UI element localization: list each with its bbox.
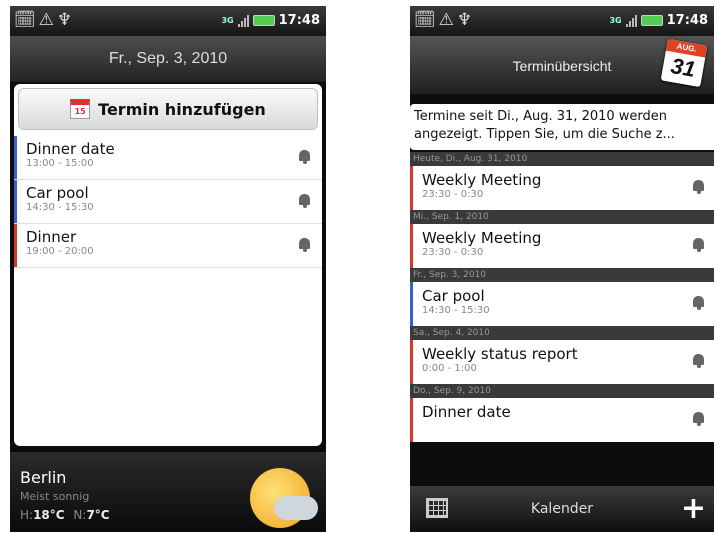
date-header: Sa., Sep. 4, 2010 bbox=[410, 326, 714, 340]
weather-temperatures: H:18°C N:7°C bbox=[20, 508, 110, 522]
agenda-event-item[interactable]: Dinner date bbox=[410, 398, 714, 442]
date-header: Fr., Sep. 3, 2010 bbox=[410, 268, 714, 282]
event-title: Dinner date bbox=[422, 403, 511, 421]
calendar-date-icon: AUG. 31 bbox=[660, 38, 708, 88]
reminder-bell-icon bbox=[693, 238, 704, 252]
battery-icon bbox=[640, 15, 663, 26]
agenda-title-bar: Terminübersicht AUG. 31 bbox=[410, 36, 714, 94]
calendar-color-bar bbox=[14, 136, 17, 179]
event-title: Weekly Meeting bbox=[422, 171, 542, 189]
reminder-bell-icon bbox=[693, 296, 704, 310]
day-event-card: 15 Termin hinzufügen Dinner date 13:00 - … bbox=[14, 84, 322, 446]
date-title: Fr., Sep. 3, 2010 bbox=[10, 36, 326, 82]
add-event-label: Termin hinzufügen bbox=[98, 99, 266, 119]
network-type: 3G bbox=[221, 16, 234, 25]
event-title: Car pool bbox=[26, 184, 89, 202]
event-time: 14:30 - 15:30 bbox=[422, 305, 490, 316]
agenda-event-item[interactable]: Car pool 14:30 - 15:30 bbox=[410, 282, 714, 326]
reminder-bell-icon bbox=[299, 150, 310, 164]
event-item[interactable]: Car pool 14:30 - 15:30 bbox=[14, 180, 322, 224]
agenda-view-screen: 🗓⚠♆ 3G 17:48 Terminübersicht AUG. 31 Ter… bbox=[410, 6, 714, 532]
clock: 17:48 bbox=[278, 13, 320, 28]
event-title: Car pool bbox=[422, 287, 485, 305]
event-title: Dinner bbox=[26, 228, 77, 246]
calendar-color-bar bbox=[14, 180, 17, 223]
add-event-button[interactable]: 15 Termin hinzufügen bbox=[18, 88, 318, 130]
reminder-bell-icon bbox=[299, 194, 310, 208]
date-header: Mi., Sep. 1, 2010 bbox=[410, 210, 714, 224]
weather-widget[interactable]: Berlin Meist sonnig H:18°C N:7°C bbox=[10, 452, 326, 532]
event-title: Weekly Meeting bbox=[422, 229, 542, 247]
status-bar: 🗓⚠♆ 3G 17:48 bbox=[10, 6, 326, 36]
calendar-color-bar bbox=[14, 224, 17, 267]
calendar-icon: 15 bbox=[70, 99, 91, 119]
calendar-color-bar bbox=[410, 166, 413, 210]
date-header: Do., Sep. 9, 2010 bbox=[410, 384, 714, 398]
agenda-event-item[interactable]: Weekly status report 0:00 - 1:00 bbox=[410, 340, 714, 384]
agenda-event-item[interactable]: Weekly Meeting 23:30 - 0:30 bbox=[410, 224, 714, 268]
reminder-bell-icon bbox=[299, 238, 310, 252]
signal-icon bbox=[237, 14, 249, 27]
bottom-bar: Kalender + bbox=[410, 486, 714, 532]
low-temp: 7°C bbox=[86, 508, 110, 522]
event-time: 23:30 - 0:30 bbox=[422, 189, 484, 200]
status-bar: 🗓⚠♆ 3G 17:48 bbox=[410, 6, 714, 36]
event-title: Dinner date bbox=[26, 140, 115, 158]
cloud-icon bbox=[274, 496, 318, 520]
search-range-notice[interactable]: Termine seit Di., Aug. 31, 2010 werden a… bbox=[410, 104, 714, 150]
calendar-color-bar bbox=[410, 398, 413, 442]
event-item[interactable]: Dinner date 13:00 - 15:00 bbox=[14, 136, 322, 180]
event-time: 23:30 - 0:30 bbox=[422, 247, 484, 258]
calendar-color-bar bbox=[410, 340, 413, 384]
agenda-list: Heute, Di., Aug. 31, 2010 Weekly Meeting 2… bbox=[410, 152, 714, 442]
reminder-bell-icon bbox=[693, 180, 704, 194]
event-time: 0:00 - 1:00 bbox=[422, 363, 477, 374]
day-view-screen: 🗓⚠♆ 3G 17:48 Fr., Sep. 3, 2010 15 Termin… bbox=[10, 6, 326, 532]
event-item[interactable]: Dinner 19:00 - 20:00 bbox=[14, 224, 322, 268]
clock: 17:48 bbox=[666, 13, 708, 28]
notification-icons: 🗓⚠♆ bbox=[414, 10, 476, 30]
high-temp: 18°C bbox=[33, 508, 65, 522]
agenda-event-item[interactable]: Weekly Meeting 23:30 - 0:30 bbox=[410, 166, 714, 210]
battery-icon bbox=[252, 15, 275, 26]
event-time: 19:00 - 20:00 bbox=[26, 246, 94, 257]
calendar-tab-label[interactable]: Kalender bbox=[410, 501, 714, 517]
date-header: Heute, Di., Aug. 31, 2010 bbox=[410, 152, 714, 166]
event-time: 14:30 - 15:30 bbox=[26, 202, 94, 213]
calendar-color-bar bbox=[410, 282, 413, 326]
calendar-color-bar bbox=[410, 224, 413, 268]
weather-description: Meist sonnig bbox=[20, 490, 90, 503]
weather-city: Berlin bbox=[20, 468, 67, 487]
notification-icons: 🗓⚠♆ bbox=[14, 10, 76, 30]
network-type: 3G bbox=[609, 16, 622, 25]
event-title: Weekly status report bbox=[422, 345, 578, 363]
reminder-bell-icon bbox=[693, 412, 704, 426]
add-icon[interactable]: + bbox=[681, 492, 706, 526]
reminder-bell-icon bbox=[693, 354, 704, 368]
signal-icon bbox=[625, 14, 637, 27]
event-time: 13:00 - 15:00 bbox=[26, 158, 94, 169]
